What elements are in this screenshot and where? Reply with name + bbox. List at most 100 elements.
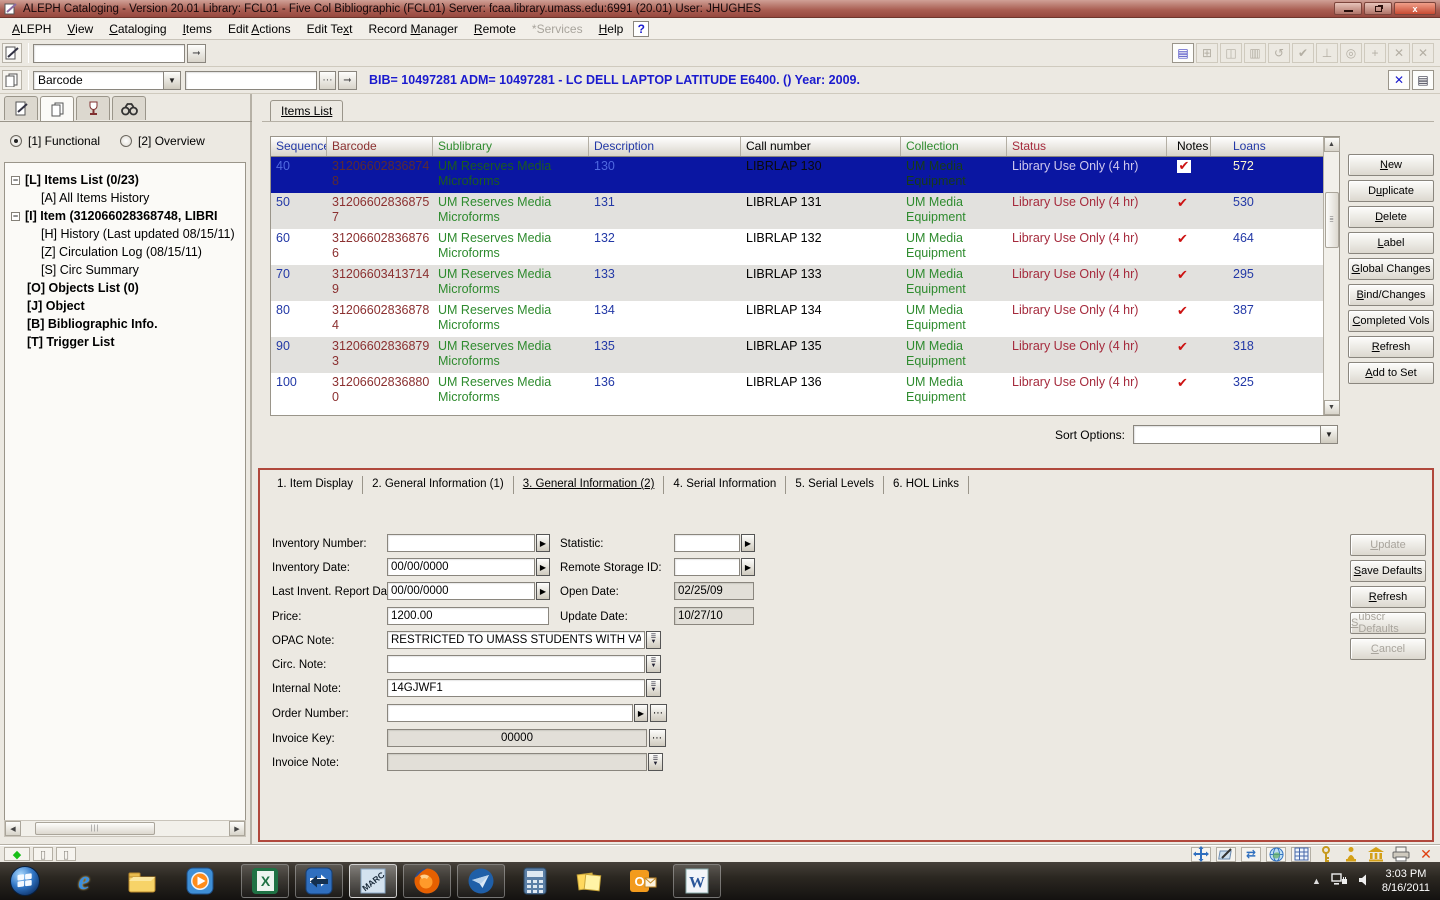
column-header-loans[interactable]: Loans	[1211, 137, 1325, 156]
media-player-icon[interactable]	[180, 864, 220, 898]
menu-cataloging[interactable]: Cataloging	[101, 19, 174, 39]
note-expand-icon[interactable]: ☰▼	[648, 753, 663, 771]
move-icon[interactable]	[1191, 847, 1211, 862]
save-on-server-icon[interactable]: ✕	[1388, 70, 1410, 90]
browse-button[interactable]: ⋯	[319, 71, 336, 90]
table-row[interactable]: 100312066028368800UM Reserves Media Micr…	[271, 373, 1325, 409]
column-header-status[interactable]: Status	[1007, 137, 1167, 156]
tree-item-i-item-3120[interactable]: −[I] Item (312066028368748, LIBRI	[11, 207, 243, 225]
search-type-select[interactable]: Barcode ▼	[33, 71, 181, 90]
tab-5-serial-levels[interactable]: 5. Serial Levels	[786, 476, 884, 494]
refresh-button[interactable]: Refresh	[1348, 336, 1434, 358]
menu-items[interactable]: Items	[175, 19, 220, 39]
find-record-icon[interactable]: ◎	[1340, 43, 1362, 63]
duplicate-button[interactable]: Duplicate	[1348, 180, 1434, 202]
items-vertical-scrollbar[interactable]: ▲ == ▼	[1323, 137, 1339, 415]
column-header-notes[interactable]: Notes	[1167, 137, 1211, 156]
tree-collapse-icon[interactable]: −	[11, 176, 20, 185]
menu-services[interactable]: *Services	[524, 19, 591, 39]
close-all-records-icon[interactable]: ✕	[1412, 43, 1434, 63]
tab-search-icon[interactable]	[112, 96, 146, 120]
table-row[interactable]: 60312066028368766UM Reserves Media Micro…	[271, 229, 1325, 265]
expand-arrow-icon[interactable]: ▶	[634, 704, 648, 722]
expand-arrow-icon[interactable]: ▶	[536, 534, 550, 552]
column-header-collection[interactable]: Collection	[901, 137, 1007, 156]
open-book-icon[interactable]: ◫	[1220, 43, 1242, 63]
tree-item-s-circ-summa[interactable]: [S] Circ Summary	[11, 261, 243, 279]
tree-collapse-icon[interactable]: −	[11, 212, 20, 221]
bind-changes-button[interactable]: Bind/Changes	[1348, 284, 1434, 306]
save-defaults-button[interactable]: Save Defaults	[1350, 560, 1426, 582]
refresh-button[interactable]: Refresh	[1350, 586, 1426, 608]
tab-items-list[interactable]: Items List	[270, 100, 343, 122]
key-icon[interactable]	[1316, 847, 1336, 862]
inventory-number-input[interactable]	[387, 534, 535, 552]
edit-record-icon[interactable]: ▤	[1172, 43, 1194, 63]
minimize-button[interactable]	[1334, 2, 1362, 15]
scroll-thumb[interactable]: |||	[35, 822, 155, 835]
note-expand-icon[interactable]: ☰▼	[646, 631, 661, 649]
tab-2-general-information-1[interactable]: 2. General Information (1)	[363, 476, 514, 494]
tree-item-a-all-items[interactable]: [A] All Items History	[11, 189, 243, 207]
marc-editor-icon[interactable]	[1216, 847, 1236, 862]
last-invent-report-date-input[interactable]	[387, 582, 535, 600]
tree-item-z-circulatio[interactable]: [Z] Circulation Log (08/15/11)	[11, 243, 243, 261]
tab-6-hol-links[interactable]: 6. HOL Links	[884, 476, 969, 494]
menu-edit-actions[interactable]: Edit Actions	[220, 19, 299, 39]
weight-icon[interactable]	[1341, 847, 1361, 862]
calendar-arrow-icon[interactable]: ▶	[536, 558, 550, 576]
restore-button[interactable]	[1364, 2, 1392, 15]
column-header-sequence[interactable]: Sequence	[271, 137, 327, 156]
column-header-sublibrary[interactable]: Sublibrary	[433, 137, 589, 156]
expand-tree-icon[interactable]: ⊞	[1196, 43, 1218, 63]
volume-icon[interactable]	[1358, 873, 1372, 890]
tree-item-o-objects-li[interactable]: [O] Objects List (0)	[11, 279, 243, 297]
start-button[interactable]	[8, 864, 42, 898]
tree-item-h-history-l[interactable]: [H] History (Last updated 08/15/11)	[11, 225, 243, 243]
tab-records-icon[interactable]	[40, 96, 74, 122]
chevron-down-icon[interactable]: ▼	[1320, 426, 1337, 443]
tree-item-l-items-list[interactable]: −[L] Items List (0/23)	[11, 171, 243, 189]
circ-note-input[interactable]	[387, 655, 645, 673]
calendar-arrow-icon[interactable]: ▶	[536, 582, 550, 600]
network-icon[interactable]	[1331, 873, 1348, 890]
internet-explorer-icon[interactable]: e	[64, 864, 104, 898]
internal-note-input[interactable]	[387, 679, 645, 697]
grid-icon[interactable]	[1291, 847, 1311, 862]
thunderbird-app[interactable]	[457, 864, 505, 898]
help-badge-icon[interactable]: ?	[633, 21, 649, 37]
column-header-call-number[interactable]: Call number	[741, 137, 901, 156]
label-button[interactable]: Label	[1348, 232, 1434, 254]
word-app[interactable]: W	[673, 864, 721, 898]
clipboard-icon[interactable]	[2, 70, 22, 90]
note-expand-icon[interactable]: ☰▼	[646, 679, 661, 697]
bank-icon[interactable]	[1366, 847, 1386, 862]
windows-explorer-icon[interactable]	[122, 864, 162, 898]
go-arrow-button[interactable]: ➞	[187, 44, 206, 63]
tree-horizontal-scrollbar[interactable]: ◀ ||| ▶	[4, 820, 246, 837]
column-header-barcode[interactable]: Barcode	[327, 137, 433, 156]
scroll-left-icon[interactable]: ◀	[5, 821, 21, 836]
close-icon[interactable]: ✕	[1416, 847, 1436, 862]
submit-arrow-button[interactable]: ➞	[338, 71, 357, 90]
firefox-app[interactable]	[403, 864, 451, 898]
statistic-input[interactable]	[674, 534, 740, 552]
close-record-icon[interactable]: ✕	[1388, 43, 1410, 63]
menu-aleph[interactable]: ALEPH	[4, 19, 59, 39]
refresh-records-icon[interactable]: ↺	[1268, 43, 1290, 63]
outlook-app[interactable]: O	[619, 864, 667, 898]
opac-note-input[interactable]	[387, 631, 645, 649]
radio-2-overview[interactable]	[120, 135, 132, 147]
marc-app[interactable]: MARC	[349, 864, 397, 898]
remote-storage-id-input[interactable]	[674, 558, 740, 576]
push-record-icon[interactable]: ⊥	[1316, 43, 1338, 63]
quick-search-input[interactable]	[33, 44, 185, 63]
delete-button[interactable]: Delete	[1348, 206, 1434, 228]
view-list-icon[interactable]: ▥	[1244, 43, 1266, 63]
calculator-app[interactable]	[511, 864, 559, 898]
table-row[interactable]: 50312066028368757UM Reserves Media Micro…	[271, 193, 1325, 229]
tab-templates-icon[interactable]	[76, 96, 110, 120]
tree-item-j-object[interactable]: [J] Object	[11, 297, 243, 315]
move-record-icon[interactable]: +	[1364, 43, 1386, 63]
note-expand-icon[interactable]: ☰▼	[646, 655, 661, 673]
